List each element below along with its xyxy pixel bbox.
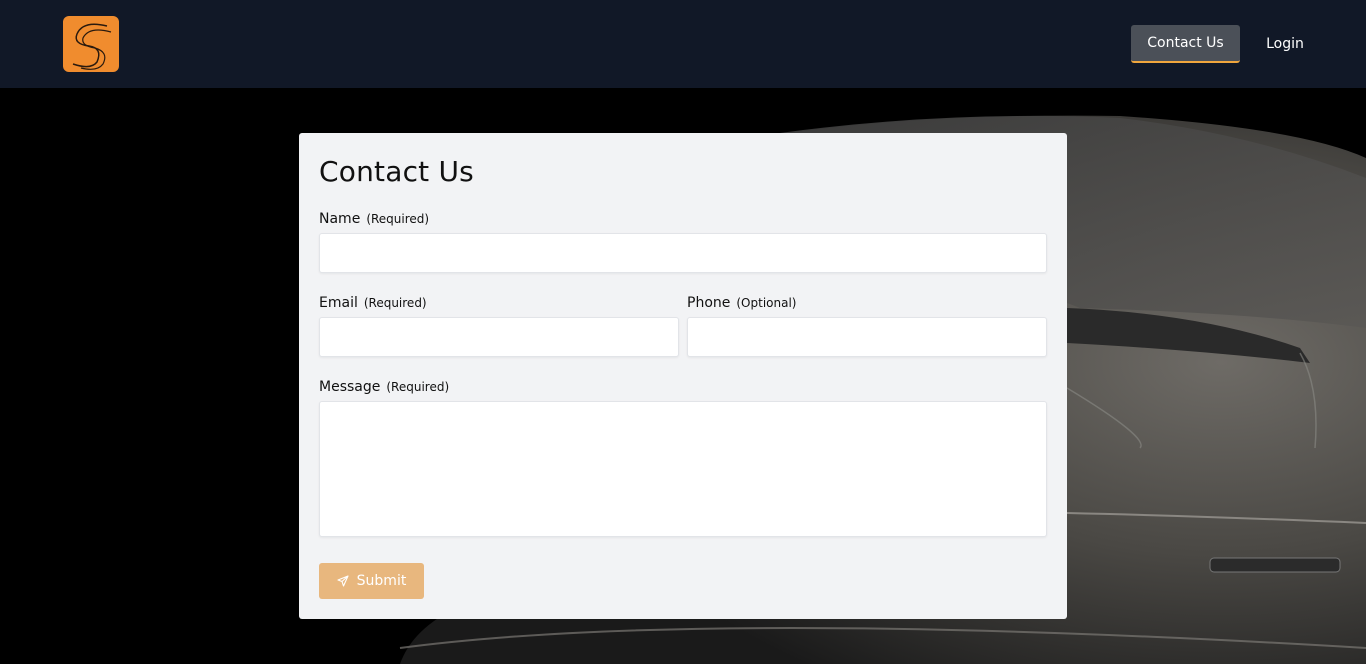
message-label: Message (Required) <box>319 379 449 395</box>
paper-plane-icon <box>337 575 349 587</box>
message-textarea[interactable] <box>319 401 1047 537</box>
contact-form-card: Contact Us Name (Required) Email (Required… <box>299 133 1067 619</box>
name-label-text: Name <box>319 211 361 227</box>
s-curve-logo-icon[interactable] <box>63 16 119 72</box>
submit-button-label: Submit <box>356 573 407 589</box>
email-required-hint: (Required) <box>363 296 427 310</box>
phone-label: Phone (Optional) <box>687 295 796 311</box>
email-label-text: Email <box>319 295 358 311</box>
nav-login-link[interactable]: Login <box>1254 25 1316 63</box>
submit-button[interactable]: Submit <box>319 563 424 599</box>
navbar: Contact Us Login <box>0 0 1366 88</box>
name-input[interactable] <box>319 233 1047 273</box>
name-label: Name (Required) <box>319 211 429 227</box>
message-label-text: Message <box>319 379 381 395</box>
nav-contact-us-button[interactable]: Contact Us <box>1131 25 1240 63</box>
phone-optional-hint: (Optional) <box>736 296 797 310</box>
page-title: Contact Us <box>319 155 474 188</box>
email-label: Email (Required) <box>319 295 427 311</box>
message-required-hint: (Required) <box>386 380 450 394</box>
phone-input[interactable] <box>687 317 1047 357</box>
phone-label-text: Phone <box>687 295 731 311</box>
email-input[interactable] <box>319 317 679 357</box>
name-required-hint: (Required) <box>366 212 430 226</box>
